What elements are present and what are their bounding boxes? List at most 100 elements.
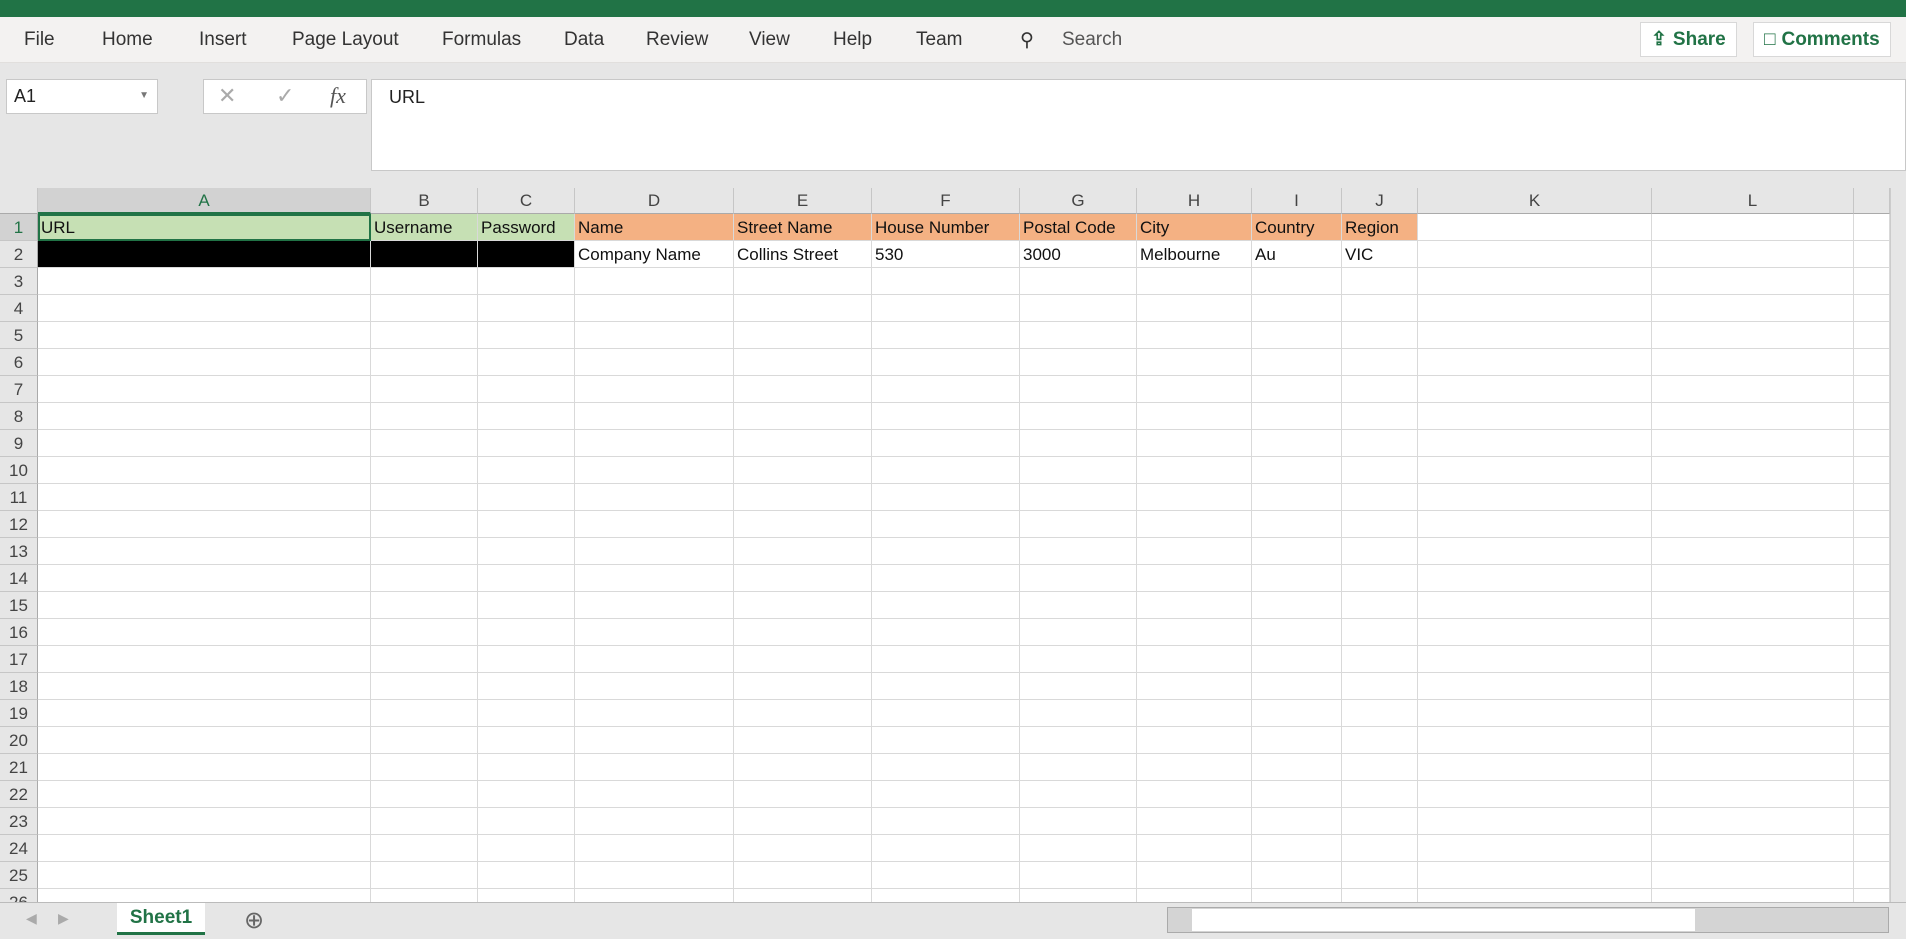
- redacted-cell[interactable]: [478, 241, 575, 268]
- cell[interactable]: [575, 889, 734, 902]
- cell[interactable]: [1137, 646, 1252, 673]
- cell[interactable]: [38, 322, 371, 349]
- cell[interactable]: [734, 403, 872, 430]
- cell[interactable]: [1418, 268, 1652, 295]
- cell[interactable]: [872, 808, 1020, 835]
- cell[interactable]: [38, 808, 371, 835]
- cell[interactable]: [1342, 511, 1418, 538]
- cell[interactable]: [478, 349, 575, 376]
- cell[interactable]: [1342, 295, 1418, 322]
- cell[interactable]: [371, 835, 478, 862]
- cell[interactable]: [1652, 403, 1854, 430]
- selected-cell[interactable]: URL: [38, 214, 371, 241]
- cell[interactable]: [734, 565, 872, 592]
- cell[interactable]: [1020, 511, 1137, 538]
- cell[interactable]: [872, 268, 1020, 295]
- cell[interactable]: [734, 322, 872, 349]
- cell[interactable]: [38, 646, 371, 673]
- cell[interactable]: [1418, 646, 1652, 673]
- cell[interactable]: [1252, 457, 1342, 484]
- cell[interactable]: Username: [371, 214, 478, 241]
- cell[interactable]: [872, 673, 1020, 700]
- row-header[interactable]: 3: [0, 268, 38, 295]
- tab-insert[interactable]: Insert: [199, 29, 247, 51]
- cell[interactable]: [1137, 484, 1252, 511]
- cell[interactable]: [371, 484, 478, 511]
- cell[interactable]: [1418, 700, 1652, 727]
- cell[interactable]: [575, 268, 734, 295]
- cell[interactable]: [1020, 403, 1137, 430]
- cell[interactable]: [371, 673, 478, 700]
- cell[interactable]: [575, 484, 734, 511]
- cell[interactable]: [1137, 727, 1252, 754]
- row-header[interactable]: 11: [0, 484, 38, 511]
- cell[interactable]: [1854, 457, 1890, 484]
- cell[interactable]: [1652, 835, 1854, 862]
- cell[interactable]: [575, 646, 734, 673]
- row-header[interactable]: 24: [0, 835, 38, 862]
- cell[interactable]: [1252, 322, 1342, 349]
- cell[interactable]: [1418, 511, 1652, 538]
- cell[interactable]: Password: [478, 214, 575, 241]
- cell[interactable]: [1652, 646, 1854, 673]
- cell[interactable]: [1652, 727, 1854, 754]
- cell[interactable]: [734, 295, 872, 322]
- row-header[interactable]: 14: [0, 565, 38, 592]
- cell[interactable]: [371, 862, 478, 889]
- cell[interactable]: [371, 754, 478, 781]
- cell[interactable]: [872, 295, 1020, 322]
- cell[interactable]: [38, 484, 371, 511]
- cell[interactable]: [1418, 403, 1652, 430]
- cell[interactable]: [1252, 808, 1342, 835]
- cell[interactable]: [575, 403, 734, 430]
- column-header[interactable]: I: [1252, 188, 1342, 214]
- cell[interactable]: [478, 538, 575, 565]
- cell[interactable]: [371, 268, 478, 295]
- cell[interactable]: [1020, 727, 1137, 754]
- cell[interactable]: [371, 349, 478, 376]
- cell[interactable]: [1137, 322, 1252, 349]
- tab-file[interactable]: File: [24, 29, 55, 51]
- cell[interactable]: [1342, 700, 1418, 727]
- cell[interactable]: [1137, 457, 1252, 484]
- search-icon[interactable]: ⚲: [1020, 29, 1034, 52]
- cell[interactable]: [575, 538, 734, 565]
- vertical-scrollbar[interactable]: [1890, 188, 1906, 902]
- cell[interactable]: [575, 781, 734, 808]
- row-header[interactable]: 7: [0, 376, 38, 403]
- tab-view[interactable]: View: [749, 29, 790, 51]
- enter-icon[interactable]: ✓: [276, 83, 294, 109]
- cell[interactable]: [1342, 484, 1418, 511]
- cell[interactable]: Name: [575, 214, 734, 241]
- cell[interactable]: [575, 295, 734, 322]
- cell[interactable]: Region: [1342, 214, 1418, 241]
- row-header[interactable]: 22: [0, 781, 38, 808]
- cell[interactable]: [1137, 538, 1252, 565]
- column-header[interactable]: D: [575, 188, 734, 214]
- cell[interactable]: [1854, 700, 1890, 727]
- cell[interactable]: [1652, 592, 1854, 619]
- cell[interactable]: [1137, 808, 1252, 835]
- cell[interactable]: [1418, 214, 1652, 241]
- cell[interactable]: [1020, 376, 1137, 403]
- row-header[interactable]: 21: [0, 754, 38, 781]
- cell[interactable]: [1137, 403, 1252, 430]
- row-header[interactable]: 17: [0, 646, 38, 673]
- cell[interactable]: [872, 430, 1020, 457]
- column-header[interactable]: F: [872, 188, 1020, 214]
- cell[interactable]: [38, 619, 371, 646]
- cell[interactable]: [1342, 781, 1418, 808]
- cell[interactable]: [575, 808, 734, 835]
- cell[interactable]: [478, 835, 575, 862]
- cell[interactable]: [1342, 268, 1418, 295]
- cell[interactable]: [371, 619, 478, 646]
- row-header[interactable]: 16: [0, 619, 38, 646]
- cell[interactable]: [478, 862, 575, 889]
- cell[interactable]: [734, 754, 872, 781]
- cell[interactable]: [1020, 565, 1137, 592]
- cell[interactable]: [371, 781, 478, 808]
- cell[interactable]: [1137, 511, 1252, 538]
- cell[interactable]: [1652, 376, 1854, 403]
- cell[interactable]: [1418, 781, 1652, 808]
- cell[interactable]: [575, 835, 734, 862]
